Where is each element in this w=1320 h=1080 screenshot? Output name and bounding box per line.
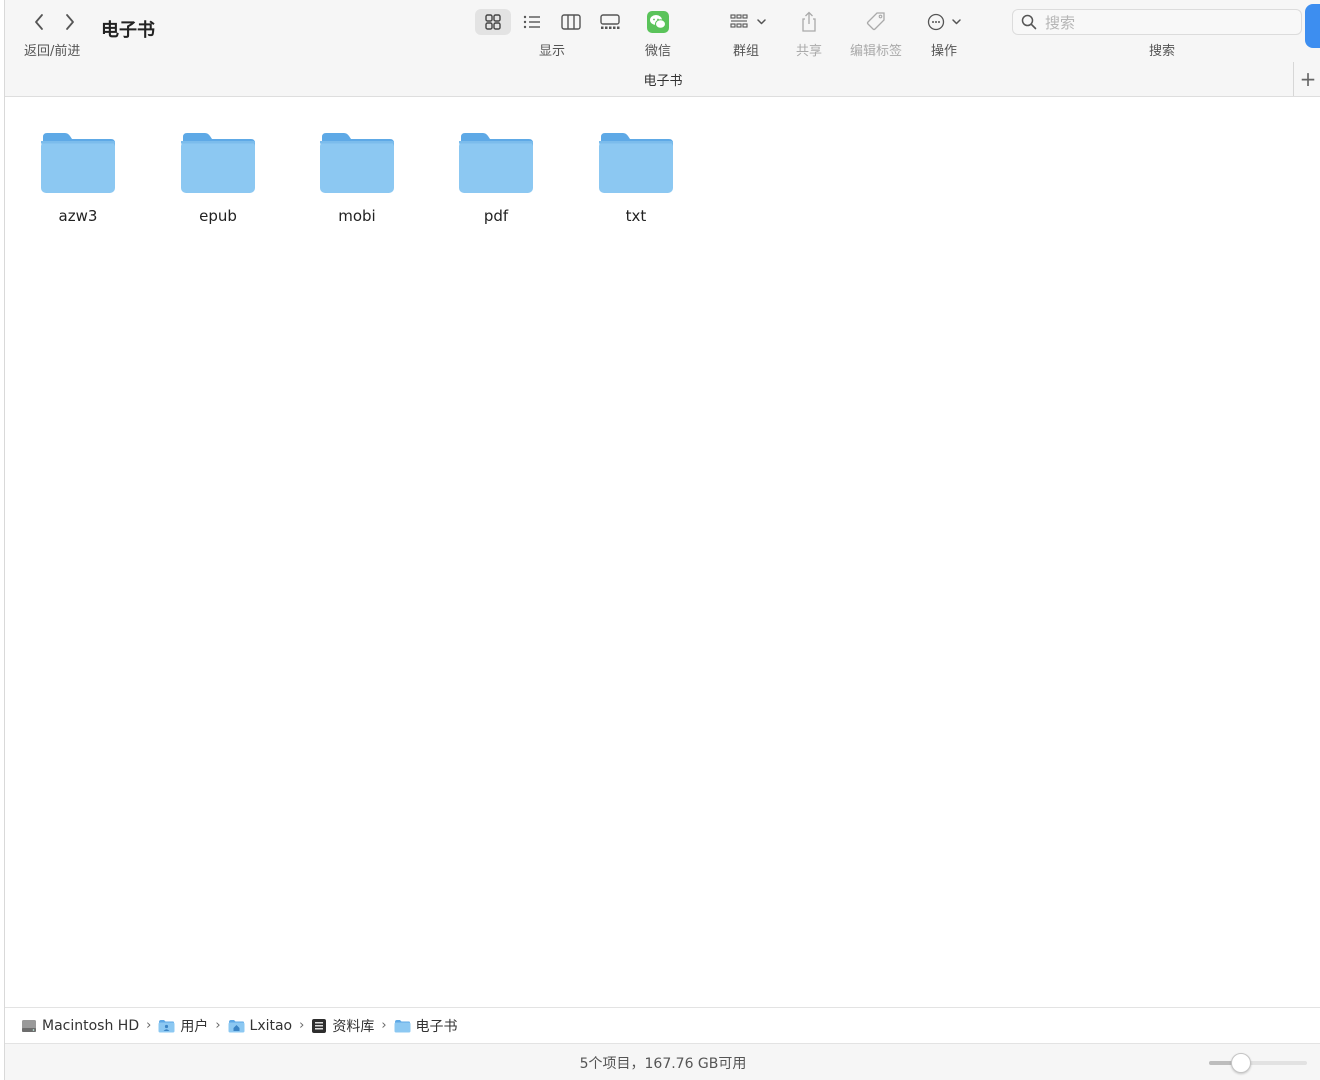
folder-name: mobi [338, 207, 376, 225]
wechat-icon [647, 11, 669, 33]
columns-icon [561, 14, 581, 30]
wechat-label: 微信 [644, 44, 671, 59]
search-input[interactable] [1043, 12, 1297, 34]
finder-window: 返回/前进 电子书 显示 微信 群组 共享 编辑标签 操作 搜索 搜索 电子书 … [4, 0, 1320, 1080]
folder-item[interactable]: epub [168, 129, 268, 239]
slider-knob[interactable] [1230, 1053, 1251, 1073]
path-separator: › [381, 1018, 387, 1033]
folder-name: pdf [483, 207, 509, 225]
app-badge-edge [1305, 4, 1320, 48]
folder-name: txt [625, 207, 647, 225]
path-item-label: Macintosh HD [42, 1017, 140, 1034]
path-separator: › [299, 1018, 305, 1033]
view-list-button[interactable] [517, 9, 547, 35]
library-icon [312, 1018, 327, 1033]
icon-size-slider[interactable] [1209, 1053, 1307, 1073]
tag-icon [866, 12, 885, 31]
back-button[interactable] [28, 10, 50, 34]
chevron-left-icon [35, 14, 43, 30]
folder-icon [320, 133, 394, 193]
view-gallery-button[interactable] [595, 9, 625, 35]
add-tab-button[interactable]: + [1293, 62, 1320, 96]
path-separator: › [146, 1018, 152, 1033]
search-label: 搜索 [1148, 44, 1175, 59]
action-label: 操作 [930, 44, 957, 59]
folder-item[interactable]: txt [586, 129, 686, 239]
share-button[interactable] [798, 9, 820, 35]
view-icon-button[interactable] [475, 9, 511, 35]
folder-item[interactable]: pdf [446, 129, 546, 239]
folder-icon [394, 1019, 411, 1032]
wechat-button[interactable] [644, 9, 672, 35]
path-item-label: 用户 [180, 1018, 209, 1035]
tags-button[interactable] [864, 9, 888, 35]
drive-icon [22, 1019, 36, 1032]
folder-icon [41, 133, 115, 193]
search-icon [1021, 14, 1037, 30]
path-item-macintosh-hd[interactable]: Macintosh HD [21, 1018, 139, 1034]
share-label: 共享 [795, 44, 822, 59]
plus-icon: + [1299, 67, 1317, 91]
path-item-ebooks[interactable]: 电子书 [394, 1016, 458, 1036]
path-bar: Macintosh HD › 用户 › Lxitao › 资料库 › 电子书 [5, 1007, 1320, 1043]
grid-icon [485, 14, 501, 30]
path-item-library[interactable]: 资料库 [311, 1016, 374, 1036]
status-bar: 5个项目，167.76 GB可用 [5, 1043, 1320, 1080]
path-item-label: 电子书 [415, 1018, 458, 1035]
ellipsis-circle-icon [927, 13, 961, 31]
folder-item[interactable]: mobi [307, 129, 407, 239]
group-button[interactable] [726, 9, 770, 35]
folder-name: epub [199, 207, 237, 225]
home-folder-icon [228, 1019, 245, 1032]
share-icon [802, 11, 816, 32]
nav-label: 返回/前进 [24, 44, 81, 59]
group-label: 群组 [732, 44, 759, 59]
gallery-icon [600, 14, 620, 29]
path-separator: › [215, 1018, 221, 1033]
window-title: 电子书 [101, 20, 155, 41]
path-item-label: 资料库 [332, 1018, 375, 1035]
action-button[interactable] [925, 9, 965, 35]
chevron-right-icon [66, 14, 74, 30]
folder-icon [459, 133, 533, 193]
tags-label: 编辑标签 [849, 44, 902, 59]
search-field[interactable] [1012, 9, 1302, 35]
folder-icon [599, 133, 673, 193]
view-column-button[interactable] [556, 9, 586, 35]
folder-name: azw3 [58, 207, 98, 225]
forward-button[interactable] [59, 10, 81, 34]
group-icon [730, 14, 766, 28]
path-item-lxitao[interactable]: Lxitao [228, 1017, 293, 1034]
file-browser: azw3 epub mobi pdf txt [5, 97, 1320, 1007]
path-title: 电子书 [643, 74, 683, 89]
status-text: 5个项目，167.76 GB可用 [579, 1056, 747, 1072]
users-folder-icon [158, 1019, 175, 1032]
path-item-users[interactable]: 用户 [158, 1016, 208, 1036]
path-item-label: Lxitao [249, 1017, 293, 1034]
view-label: 显示 [538, 44, 565, 59]
folder-item[interactable]: azw3 [28, 129, 128, 239]
list-icon [523, 15, 540, 29]
folder-icon [181, 133, 255, 193]
toolbar: 返回/前进 电子书 显示 微信 群组 共享 编辑标签 操作 搜索 搜索 电子书 … [5, 0, 1320, 97]
